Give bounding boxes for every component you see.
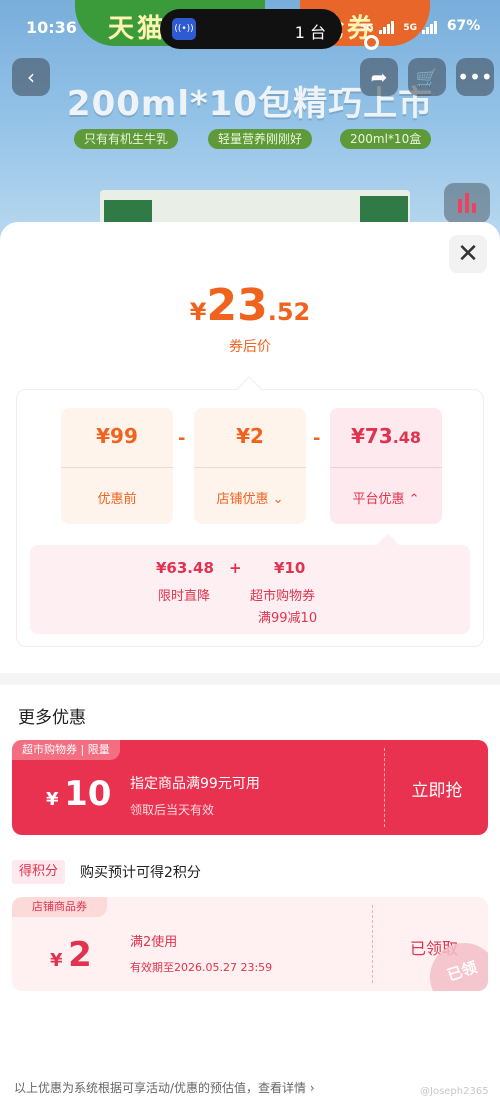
final-price: ¥23.52: [0, 280, 500, 331]
flash-discount-amount: ¥63.48: [156, 559, 214, 577]
estimate-disclaimer-link[interactable]: 以上优惠为系统根据可享活动/优惠的预估值，查看详情 ›: [14, 1079, 315, 1096]
flash-discount-label: 限时直降: [158, 589, 211, 604]
points-text: 购买预计可得2积分: [80, 865, 201, 881]
price-currency: ¥: [189, 298, 207, 326]
platform-discount-detail: ¥63.48 限时直降 + ¥10 超市购物券 满99减10: [30, 545, 470, 634]
market-coupon-label: 超市购物券: [250, 589, 316, 604]
minus-operator: -: [178, 428, 186, 449]
dynamic-island: ((•)) 1 台: [160, 9, 342, 49]
market-coupon-condition: 满99减10: [258, 611, 318, 626]
store-coupon-card: 店铺商品券 ¥ 2 满2使用 有效期至2026.05.27 23:59 已领取 …: [12, 897, 488, 991]
stats-button[interactable]: [444, 183, 490, 223]
nfc-icon: ((•)): [172, 18, 196, 40]
close-button[interactable]: ✕: [449, 235, 487, 273]
product-tag: 轻量营养刚刚好: [208, 129, 313, 149]
back-arrow-icon: ‹: [27, 65, 35, 89]
original-price-amount: ¥99: [96, 424, 138, 448]
store-discount-card[interactable]: ¥2 店铺优惠 ⌄: [194, 408, 306, 524]
share-button[interactable]: ➦: [360, 58, 398, 96]
price-integer: 23: [206, 280, 268, 331]
product-tag: 只有有机生牛乳: [74, 129, 179, 149]
more-button[interactable]: •••: [456, 58, 494, 96]
product-image-label: [104, 200, 152, 224]
cart-button[interactable]: 🛒: [408, 58, 446, 96]
share-icon: ➦: [370, 65, 388, 89]
battery-icon: [364, 34, 379, 50]
platform-discount-amount: ¥73.48: [350, 424, 422, 448]
coupon-value: ¥ 10: [46, 774, 112, 814]
coupon-value: ¥ 2: [50, 935, 92, 975]
grab-coupon-button[interactable]: 立即抢: [386, 776, 488, 801]
product-tag: 200ml*10盒: [340, 129, 432, 149]
status-bar: 10:36 ((•)) 1 台 5G 5G 67%: [0, 0, 500, 50]
more-dots-icon: •••: [457, 65, 493, 89]
price-decimal: .52: [267, 298, 311, 326]
more-offers-title: 更多优惠: [18, 708, 86, 728]
back-button[interactable]: ‹: [12, 58, 50, 96]
section-divider: [0, 673, 500, 685]
store-discount-label: 店铺优惠 ⌄: [216, 492, 284, 507]
coupon-validity: 有效期至2026.05.27 23:59: [130, 961, 273, 974]
bar-chart-icon: [458, 199, 462, 213]
coupon-condition: 指定商品满99元可用: [130, 776, 260, 792]
final-price-label: 券后价: [229, 339, 271, 355]
plus-operator: +: [229, 559, 242, 577]
watermark: @Joseph2365: [420, 1086, 489, 1097]
platform-discount-card[interactable]: ¥73.48 平台优惠 ⌃: [330, 408, 442, 524]
network-label: 5G: [360, 23, 374, 33]
cart-icon: 🛒: [415, 68, 439, 89]
points-badge: 得积分: [12, 860, 66, 884]
battery-text: 67%: [446, 18, 481, 34]
market-coupon-card: 超市购物券 | 限量 ¥ 10 指定商品满99元可用 领取后当天有效 立即抢: [12, 740, 488, 835]
platform-discount-label: 平台优惠 ⌃: [352, 492, 420, 507]
store-discount-amount: ¥2: [236, 424, 264, 448]
signal-icon: [421, 18, 438, 34]
coupon-validity: 领取后当天有效: [130, 803, 215, 817]
coupon-tag: 超市购物券 | 限量: [12, 740, 120, 760]
island-text: 1 台: [294, 23, 326, 42]
status-indicators: 5G 5G 67%: [360, 18, 500, 50]
network-label: 5G: [403, 23, 418, 33]
original-price-card: ¥99 优惠前: [61, 408, 173, 524]
coupon-tag: 店铺商品券: [12, 897, 107, 917]
original-price-label: 优惠前: [97, 492, 137, 507]
minus-operator: -: [313, 428, 321, 449]
close-icon: ✕: [457, 239, 479, 269]
coupon-condition: 满2使用: [130, 935, 178, 950]
signal-icon: [378, 18, 395, 34]
status-time: 10:36: [26, 18, 77, 37]
market-coupon-amount: ¥10: [274, 559, 306, 577]
